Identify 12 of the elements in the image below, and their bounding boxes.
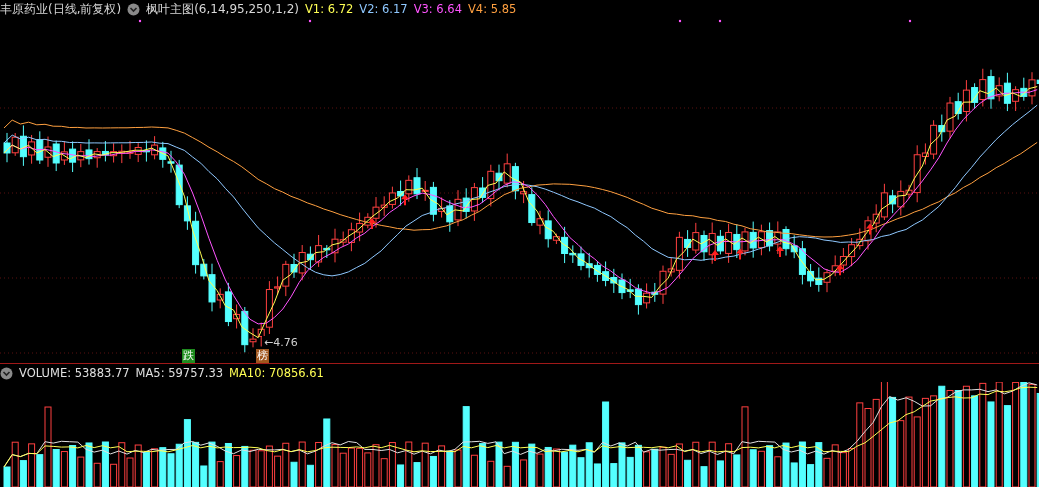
signal-badge: 跌 [182, 349, 195, 363]
stock-title: 丰原药业(日线,前复权) [0, 0, 122, 18]
legend-value: V4: 5.85 [467, 2, 517, 16]
volume-legend-value: MA5: 59757.33 [135, 366, 224, 380]
signal-badge: 榜 [256, 349, 269, 363]
legend-value: V2: 6.17 [359, 2, 408, 16]
low-price-label: ←4.76 [262, 336, 300, 349]
legend-value: V3: 6.64 [413, 2, 462, 16]
legend-value: V1: 6.72 [305, 2, 354, 16]
volume-legend-value: VOLUME: 53883.77 [19, 366, 130, 380]
indicator-name: 枫叶主图(6,14,95,250,1,2) [146, 0, 299, 18]
volume-legend-value: MA10: 70856.61 [229, 366, 324, 380]
